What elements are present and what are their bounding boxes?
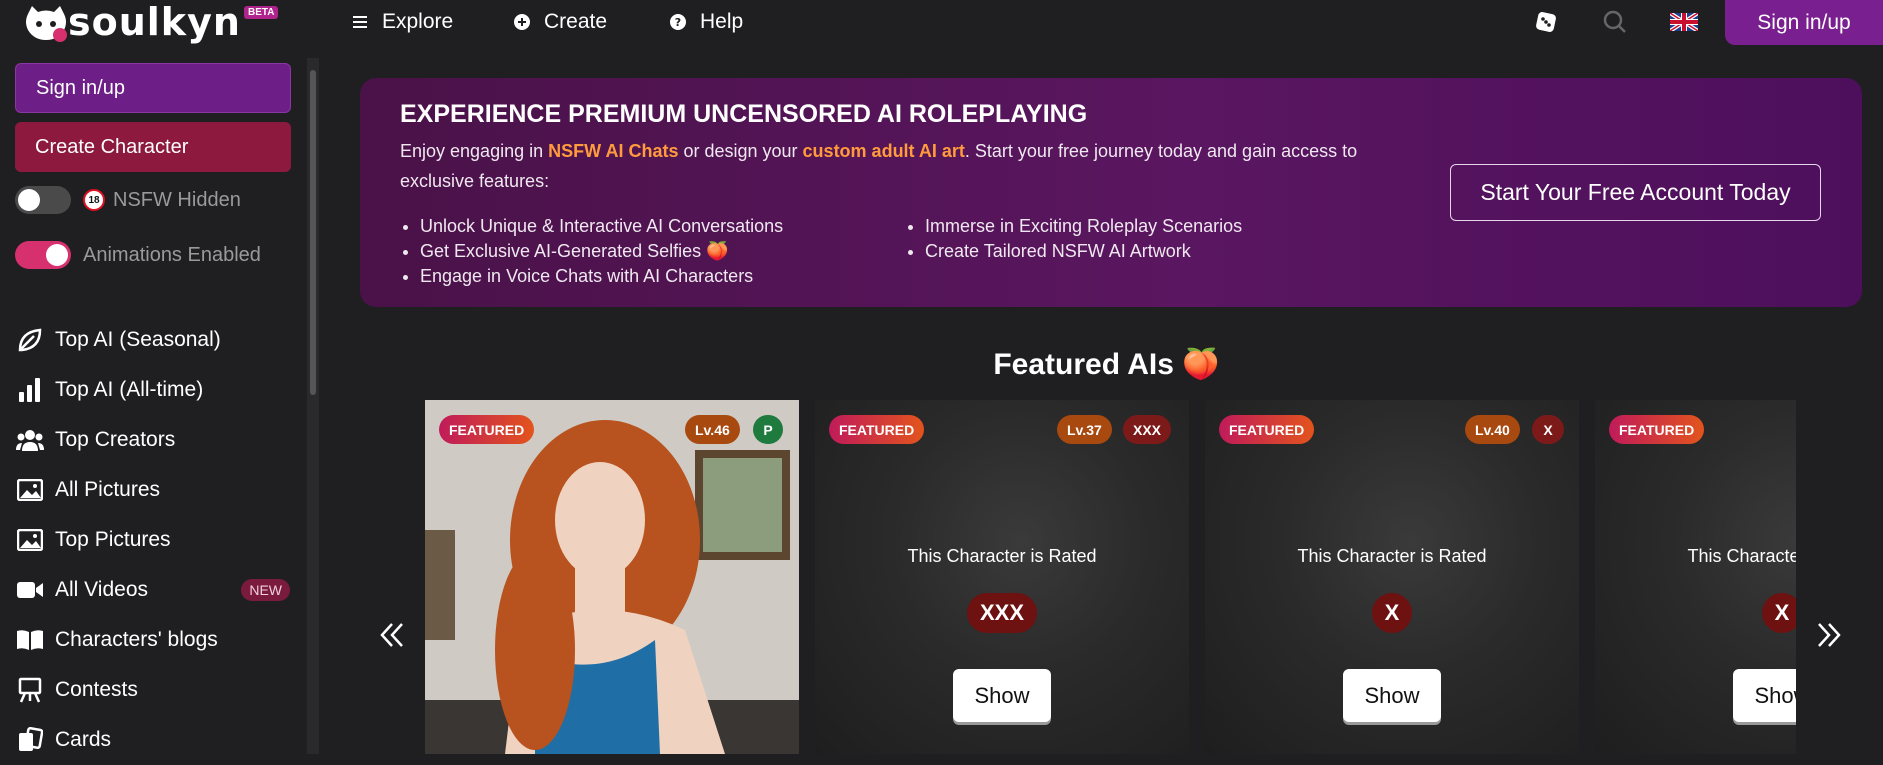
sidebar-item-label: Contests bbox=[55, 678, 138, 701]
promo-list-left: Unlock Unique & Interactive AI Conversat… bbox=[400, 214, 783, 289]
featured-badge: FEATURED bbox=[439, 415, 535, 444]
animations-toggle[interactable] bbox=[15, 241, 71, 269]
rating-circle: X bbox=[1372, 593, 1412, 633]
rating-circle: X bbox=[1762, 593, 1796, 633]
cards-icon bbox=[15, 725, 45, 755]
promo-feature: Unlock Unique & Interactive AI Conversat… bbox=[420, 214, 783, 239]
dice-icon[interactable] bbox=[1534, 10, 1558, 34]
sidebar-menu: Top AI (Seasonal) Top AI (All-time) Top … bbox=[15, 315, 295, 765]
rating-badge: X bbox=[1532, 415, 1564, 444]
sidebar-item-label: All Videos bbox=[55, 578, 149, 601]
list-icon bbox=[352, 14, 368, 30]
level-badge: Lv.40 bbox=[1465, 415, 1520, 444]
easel-icon bbox=[15, 675, 45, 705]
rated-text: This Character is Rated bbox=[1687, 546, 1796, 566]
cat-logo-icon bbox=[22, 4, 70, 46]
promo-list-right: Immerse in Exciting Roleplay Scenarios C… bbox=[905, 214, 1242, 264]
sidebar-item-top-pictures[interactable]: Top Pictures bbox=[15, 515, 295, 565]
featured-badge: FEATURED bbox=[829, 415, 925, 444]
video-icon bbox=[15, 575, 45, 605]
promo-title: EXPERIENCE PREMIUM UNCENSORED AI ROLEPLA… bbox=[400, 100, 1088, 128]
nsfw-toggle[interactable] bbox=[15, 186, 71, 214]
carousel-next-icon[interactable] bbox=[1813, 620, 1843, 650]
question-circle-icon: ? bbox=[670, 14, 686, 30]
top-bar: soulkyn BETA Explore Create ? Help Sign … bbox=[0, 0, 1883, 57]
nsfw-toggle-label: NSFW Hidden bbox=[113, 188, 241, 211]
sidebar-item-characters-blogs[interactable]: Characters' blogs bbox=[15, 615, 295, 665]
show-button[interactable]: Show bbox=[1343, 669, 1441, 722]
sidebar-scrollbar[interactable] bbox=[307, 58, 319, 754]
rated-text: This Character is Rated bbox=[1297, 546, 1487, 566]
rating-circle: XXX bbox=[967, 593, 1037, 633]
featured-card[interactable]: FEATURED Lv.46 P bbox=[425, 400, 799, 754]
sidebar-item-all-pictures[interactable]: All Pictures bbox=[15, 465, 295, 515]
featured-title: Featured AIs 🍑 bbox=[993, 348, 1220, 381]
sidebar-signin-button[interactable]: Sign in/up bbox=[15, 63, 291, 113]
age-18-icon: 18 bbox=[83, 189, 105, 211]
featured-card[interactable]: FEATURED This Character is Rated X Show bbox=[1595, 400, 1796, 754]
show-button[interactable]: Show bbox=[953, 669, 1051, 722]
carousel-prev-icon[interactable] bbox=[378, 620, 408, 650]
featured-card[interactable]: FEATURED Lv.40 X This Character is Rated… bbox=[1205, 400, 1579, 754]
featured-badge: FEATURED bbox=[1609, 415, 1705, 444]
logo[interactable]: soulkyn bbox=[22, 0, 241, 46]
rating-badge: XXX bbox=[1123, 415, 1172, 444]
nav-help-label: Help bbox=[700, 10, 744, 33]
promo-description: Enjoy engaging in NSFW AI Chats or desig… bbox=[400, 141, 1358, 191]
plus-circle-icon bbox=[514, 14, 530, 30]
custom-art-link[interactable]: custom adult AI art bbox=[803, 141, 965, 161]
featured-badge: FEATURED bbox=[1219, 415, 1315, 444]
animations-toggle-row: Animations Enabled bbox=[15, 241, 261, 269]
svg-text:?: ? bbox=[675, 16, 681, 29]
promo-feature: Engage in Voice Chats with AI Characters bbox=[420, 264, 783, 289]
rated-text: This Character is Rated bbox=[907, 546, 1097, 566]
uk-flag-icon[interactable] bbox=[1670, 10, 1698, 34]
image-icon bbox=[15, 525, 45, 555]
sidebar-item-contests[interactable]: Contests bbox=[15, 665, 295, 715]
level-badge: Lv.37 bbox=[1057, 415, 1112, 444]
beta-badge: BETA bbox=[244, 6, 279, 19]
promo-feature: Immerse in Exciting Roleplay Scenarios bbox=[925, 214, 1242, 239]
nav-create-label: Create bbox=[544, 10, 608, 33]
sidebar-item-label: Top Pictures bbox=[55, 528, 171, 551]
character-portrait bbox=[425, 400, 799, 754]
nav-create[interactable]: Create bbox=[514, 10, 607, 34]
promo-feature: Get Exclusive AI-Generated Selfies 🍑 bbox=[420, 239, 783, 264]
new-badge: NEW bbox=[241, 579, 290, 601]
nav-explore[interactable]: Explore bbox=[352, 10, 453, 34]
nsfw-chats-link[interactable]: NSFW AI Chats bbox=[548, 141, 678, 161]
sidebar-item-label: Top Creators bbox=[55, 428, 176, 451]
nav-explore-label: Explore bbox=[382, 10, 454, 33]
book-icon bbox=[15, 625, 45, 655]
show-button[interactable]: Show bbox=[1733, 669, 1796, 722]
sidebar-item-cards[interactable]: Cards bbox=[15, 715, 295, 765]
nsfw-toggle-row: 18 NSFW Hidden bbox=[15, 186, 241, 214]
sidebar-item-top-creators[interactable]: Top Creators bbox=[15, 415, 295, 465]
featured-carousel: FEATURED Lv.46 P FEATURED Lv.37 XXX This… bbox=[425, 400, 1796, 754]
create-character-button[interactable]: Create Character bbox=[15, 122, 291, 172]
sidebar: Sign in/up Create Character 18 NSFW Hidd… bbox=[0, 57, 320, 754]
sidebar-item-label: All Pictures bbox=[55, 478, 161, 501]
start-free-account-button[interactable]: Start Your Free Account Today bbox=[1450, 164, 1821, 221]
promo-feature: Create Tailored NSFW AI Artwork bbox=[925, 239, 1242, 264]
image-icon bbox=[15, 475, 45, 505]
nav-help[interactable]: ? Help bbox=[670, 10, 743, 34]
search-icon[interactable] bbox=[1603, 10, 1627, 34]
animations-toggle-label: Animations Enabled bbox=[83, 243, 261, 266]
promo-banner: EXPERIENCE PREMIUM UNCENSORED AI ROLEPLA… bbox=[360, 78, 1862, 307]
sidebar-item-label: Characters' blogs bbox=[55, 628, 218, 651]
users-icon bbox=[15, 425, 45, 455]
logo-text: soulkyn bbox=[68, 0, 241, 44]
sidebar-item-all-videos[interactable]: All Videos NEW bbox=[15, 565, 295, 615]
level-badge: Lv.46 bbox=[685, 415, 740, 444]
sidebar-item-label: Cards bbox=[55, 728, 112, 751]
featured-card[interactable]: FEATURED Lv.37 XXX This Character is Rat… bbox=[815, 400, 1189, 754]
rating-badge: P bbox=[753, 415, 783, 444]
header-signin-button[interactable]: Sign in/up bbox=[1725, 0, 1883, 45]
